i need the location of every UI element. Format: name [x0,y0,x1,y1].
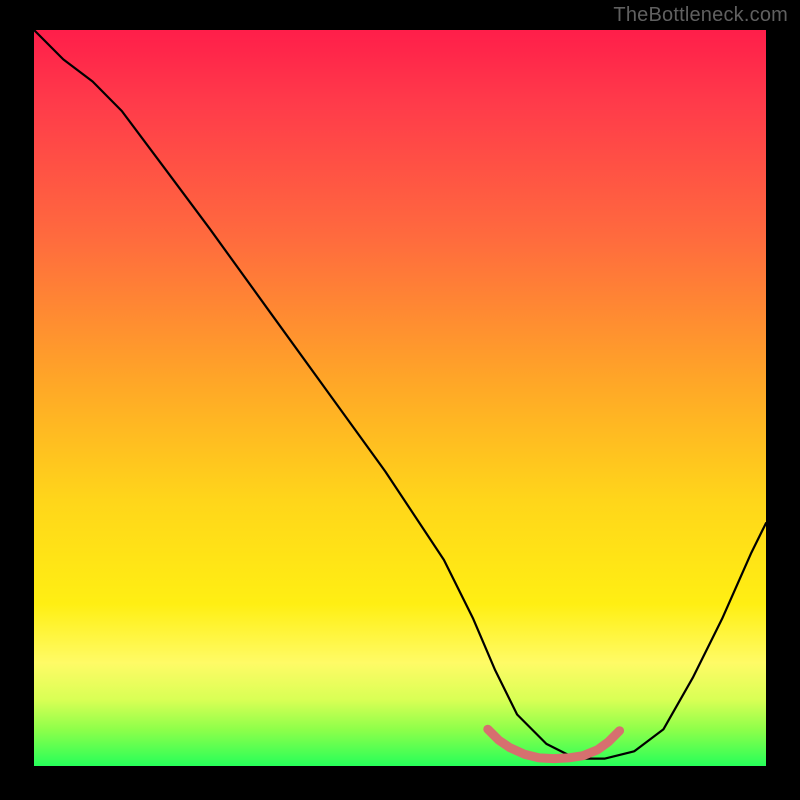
chart-frame: TheBottleneck.com [0,0,800,800]
watermark-text: TheBottleneck.com [613,4,788,27]
bottleneck-curve [34,30,766,759]
chart-svg [34,30,766,766]
plot-area [34,30,766,766]
min-plateau-highlight [488,729,620,758]
